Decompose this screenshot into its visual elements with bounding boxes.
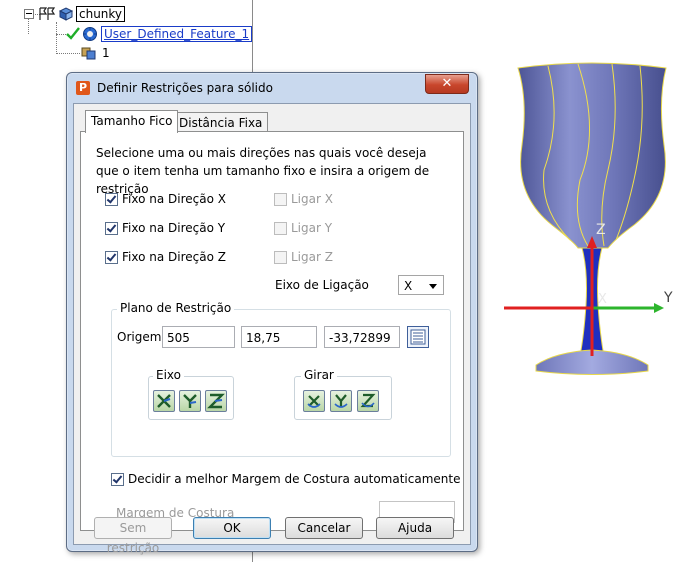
chevron-down-icon bbox=[429, 284, 437, 289]
origin-x-field[interactable]: 505 bbox=[162, 326, 235, 348]
collapse-icon[interactable] bbox=[24, 9, 34, 19]
origin-label: Origem bbox=[117, 330, 162, 344]
rotate-y-button[interactable] bbox=[330, 390, 352, 412]
tree-label-chunky[interactable]: chunky bbox=[76, 6, 126, 22]
viewport-3d[interactable]: Z X Y bbox=[500, 60, 692, 380]
constraint-plane-title: Plano de Restrição bbox=[117, 301, 235, 315]
link-axis-label: Eixo de Ligação bbox=[275, 278, 369, 292]
link-x-checkbox[interactable]: Ligar X bbox=[274, 192, 333, 206]
fixed-x-label: Fixo na Direção X bbox=[122, 192, 226, 206]
help-button[interactable]: Ajuda bbox=[376, 517, 454, 539]
no-constraint-button[interactable]: Sem restrição bbox=[94, 517, 172, 555]
link-y-checkbox[interactable]: Ligar Y bbox=[274, 221, 332, 235]
checkbox-box[interactable] bbox=[105, 250, 118, 264]
axis-y-icon bbox=[183, 394, 197, 408]
close-button[interactable]: ✕ bbox=[425, 74, 469, 94]
axis-y-button[interactable] bbox=[179, 390, 201, 412]
feature-flag-icon bbox=[38, 7, 56, 21]
cancel-button[interactable]: Cancelar bbox=[285, 517, 363, 539]
auto-margin-label: Decidir a melhor Margem de Costura autom… bbox=[128, 472, 461, 486]
checkbox-box[interactable] bbox=[105, 221, 118, 235]
rotate-group-title: Girar bbox=[301, 368, 337, 382]
axis-group: Eixo bbox=[148, 368, 234, 420]
tree-label-user-defined-feature[interactable]: User_Defined_Feature_1 bbox=[101, 26, 253, 42]
tree-label-child[interactable]: 1 bbox=[100, 46, 112, 60]
rotate-y-icon bbox=[334, 394, 348, 408]
pick-point-button[interactable] bbox=[407, 326, 429, 348]
rotate-group: Girar bbox=[294, 368, 392, 420]
link-axis-value: X bbox=[404, 279, 413, 293]
rotate-x-icon bbox=[307, 395, 321, 408]
dialog-client: Tamanho Fico Distância Fixa Selecione um… bbox=[73, 103, 471, 555]
point-list-icon bbox=[410, 329, 426, 345]
fixed-y-label: Fixo na Direção Y bbox=[122, 221, 226, 235]
rotate-z-button[interactable] bbox=[357, 390, 379, 412]
axis-x-button[interactable] bbox=[153, 390, 175, 412]
axis-z-icon bbox=[207, 393, 225, 409]
axis-y-label: Y bbox=[664, 290, 673, 306]
constraints-dialog: P Definir Restrições para sólido ✕ Taman… bbox=[66, 72, 478, 555]
dialog-titlebar[interactable]: P Definir Restrições para sólido ✕ bbox=[67, 73, 477, 103]
dialog-title: Definir Restrições para sólido bbox=[97, 81, 273, 95]
tree-item-user-defined-feature[interactable]: User_Defined_Feature_1 bbox=[66, 25, 253, 43]
app-logo-icon: P bbox=[76, 81, 90, 95]
rotate-z-icon bbox=[360, 393, 376, 408]
rotate-x-button[interactable] bbox=[303, 390, 325, 412]
link-z-checkbox[interactable]: Ligar Z bbox=[274, 250, 333, 264]
tree-connector bbox=[56, 53, 80, 54]
fixed-z-label: Fixo na Direção Z bbox=[122, 250, 226, 264]
link-y-label: Ligar Y bbox=[291, 221, 333, 235]
axis-x-label: X bbox=[598, 292, 607, 307]
tree-item-child[interactable]: 1 bbox=[80, 44, 112, 62]
checkbox-box[interactable] bbox=[105, 192, 118, 206]
part-icon bbox=[80, 45, 98, 61]
link-x-label: Ligar X bbox=[291, 192, 333, 206]
checkbox-box[interactable] bbox=[274, 192, 287, 206]
tab-panel: Selecione uma ou mais direções nas quais… bbox=[80, 131, 464, 531]
axis-z-button[interactable] bbox=[205, 390, 227, 412]
tree-item-chunky[interactable]: chunky bbox=[24, 5, 126, 23]
checkmark-icon bbox=[66, 27, 80, 41]
constraint-plane-group: Plano de Restrição Origem 505 18,75 -33,… bbox=[111, 301, 451, 457]
goblet-model bbox=[504, 62, 667, 375]
checkbox-box[interactable] bbox=[274, 250, 287, 264]
fixed-z-checkbox[interactable]: Fixo na Direção Z bbox=[105, 250, 226, 264]
fixed-y-checkbox[interactable]: Fixo na Direção Y bbox=[105, 221, 225, 235]
solid-icon bbox=[58, 7, 74, 21]
axis-z-label: Z bbox=[596, 222, 606, 238]
link-axis-select[interactable]: X bbox=[398, 275, 444, 295]
ok-button[interactable]: OK bbox=[193, 517, 271, 539]
checkbox-box[interactable] bbox=[111, 472, 124, 486]
feature-tree: chunky User_Defined_Feature_1 1 bbox=[0, 0, 253, 66]
user-feature-icon bbox=[82, 26, 98, 42]
instructions-text: Selecione uma ou mais direções nas quais… bbox=[96, 146, 430, 196]
link-z-label: Ligar Z bbox=[291, 250, 333, 264]
auto-margin-checkbox[interactable]: Decidir a melhor Margem de Costura autom… bbox=[111, 472, 460, 486]
axis-x-icon bbox=[157, 394, 171, 408]
checkbox-box[interactable] bbox=[274, 221, 287, 235]
origin-y-field[interactable]: 18,75 bbox=[241, 326, 317, 348]
axis-group-title: Eixo bbox=[153, 368, 184, 382]
tab-distancia-fixa[interactable]: Distância Fixa bbox=[173, 112, 269, 133]
tab-tamanho-fico[interactable]: Tamanho Fico bbox=[85, 110, 179, 133]
tree-connector bbox=[56, 22, 57, 54]
origin-z-field[interactable]: -33,72899 bbox=[324, 326, 400, 348]
fixed-x-checkbox[interactable]: Fixo na Direção X bbox=[105, 192, 226, 206]
